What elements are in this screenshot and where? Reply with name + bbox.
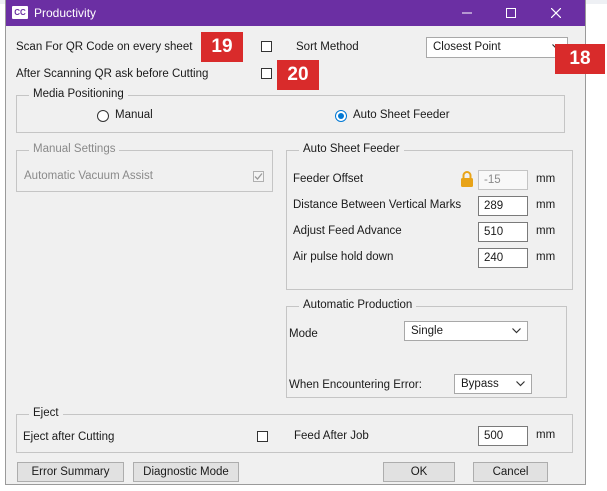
- asf-field-unit: mm: [536, 173, 556, 185]
- eject-after-cutting-label: Eject after Cutting: [23, 431, 115, 443]
- diagnostic-mode-button[interactable]: Diagnostic Mode: [133, 462, 239, 482]
- asf-field-input[interactable]: 289: [478, 196, 528, 216]
- error-behavior-select[interactable]: Bypass: [454, 374, 532, 394]
- auto-sheet-feeder-group: Auto Sheet Feeder: [286, 143, 573, 290]
- callout-badge: 20: [277, 60, 319, 90]
- eject-after-cutting-checkbox[interactable]: [257, 431, 268, 442]
- asf-field-unit: mm: [536, 225, 556, 237]
- manual-radio[interactable]: [97, 110, 109, 122]
- title-bar: CC Productivity: [6, 0, 585, 26]
- minimize-icon: [462, 12, 472, 14]
- media-positioning-title: Media Positioning: [29, 88, 128, 100]
- automatic-production-title: Automatic Production: [299, 299, 417, 311]
- sort-method-label: Sort Method: [296, 41, 359, 53]
- padlock-icon: [461, 171, 473, 187]
- scan-qr-checkbox[interactable]: [261, 41, 272, 52]
- asf-field-input[interactable]: 510: [478, 222, 528, 242]
- manual-radio-label: Manual: [115, 109, 153, 121]
- asf-field-input[interactable]: -15: [478, 170, 528, 190]
- close-button[interactable]: [536, 0, 576, 26]
- feed-after-job-input[interactable]: 500: [478, 426, 528, 446]
- cancel-button[interactable]: Cancel: [473, 462, 548, 482]
- sort-method-value: Closest Point: [433, 41, 501, 53]
- error-summary-button[interactable]: Error Summary: [17, 462, 124, 482]
- asf-field-unit: mm: [536, 199, 556, 211]
- auto-sheet-feeder-radio-label: Auto Sheet Feeder: [353, 109, 450, 121]
- asf-field-input[interactable]: 240: [478, 248, 528, 268]
- mode-label: Mode: [289, 328, 318, 340]
- maximize-icon: [506, 8, 516, 18]
- asf-field-label: Adjust Feed Advance: [293, 225, 402, 237]
- minimize-button[interactable]: [447, 0, 487, 26]
- mode-value: Single: [411, 325, 443, 337]
- app-logo: CC: [12, 6, 28, 19]
- mode-select[interactable]: Single: [404, 321, 528, 341]
- callout-badge: 19: [201, 32, 243, 62]
- maximize-button[interactable]: [491, 0, 531, 26]
- error-behavior-value: Bypass: [461, 378, 499, 390]
- auto-sheet-feeder-title: Auto Sheet Feeder: [299, 143, 404, 155]
- asf-field-label: Feeder Offset: [293, 173, 364, 185]
- media-positioning-group: Media Positioning Manual Auto Sheet Feed…: [16, 88, 565, 133]
- checkmark-icon: [254, 173, 263, 180]
- asf-field-unit: mm: [536, 251, 556, 263]
- sort-method-select[interactable]: Closest Point: [426, 37, 568, 58]
- ask-before-cutting-checkbox[interactable]: [261, 68, 272, 79]
- manual-settings-group: Manual Settings Automatic Vacuum Assist: [16, 143, 273, 192]
- vacuum-assist-label: Automatic Vacuum Assist: [24, 170, 153, 182]
- manual-settings-title: Manual Settings: [29, 143, 120, 155]
- auto-sheet-feeder-radio[interactable]: [335, 110, 347, 122]
- asf-field-label: Distance Between Vertical Marks: [293, 199, 462, 211]
- vacuum-assist-checkbox[interactable]: [253, 171, 264, 182]
- callout-badge: 18: [555, 44, 605, 74]
- feed-after-job-unit: mm: [536, 429, 556, 441]
- chevron-down-icon: [516, 381, 525, 387]
- scan-qr-label: Scan For QR Code on every sheet: [16, 41, 193, 53]
- chevron-down-icon: [512, 328, 521, 334]
- asf-field-label: Air pulse hold down: [293, 251, 394, 263]
- feed-after-job-label: Feed After Job: [294, 430, 369, 442]
- close-icon: [551, 8, 561, 18]
- window-title: Productivity: [34, 6, 97, 20]
- ok-button[interactable]: OK: [383, 462, 455, 482]
- eject-title: Eject: [29, 407, 63, 419]
- error-behavior-label: When Encountering Error:: [289, 379, 422, 391]
- ask-before-cutting-label: After Scanning QR ask before Cutting: [16, 68, 209, 80]
